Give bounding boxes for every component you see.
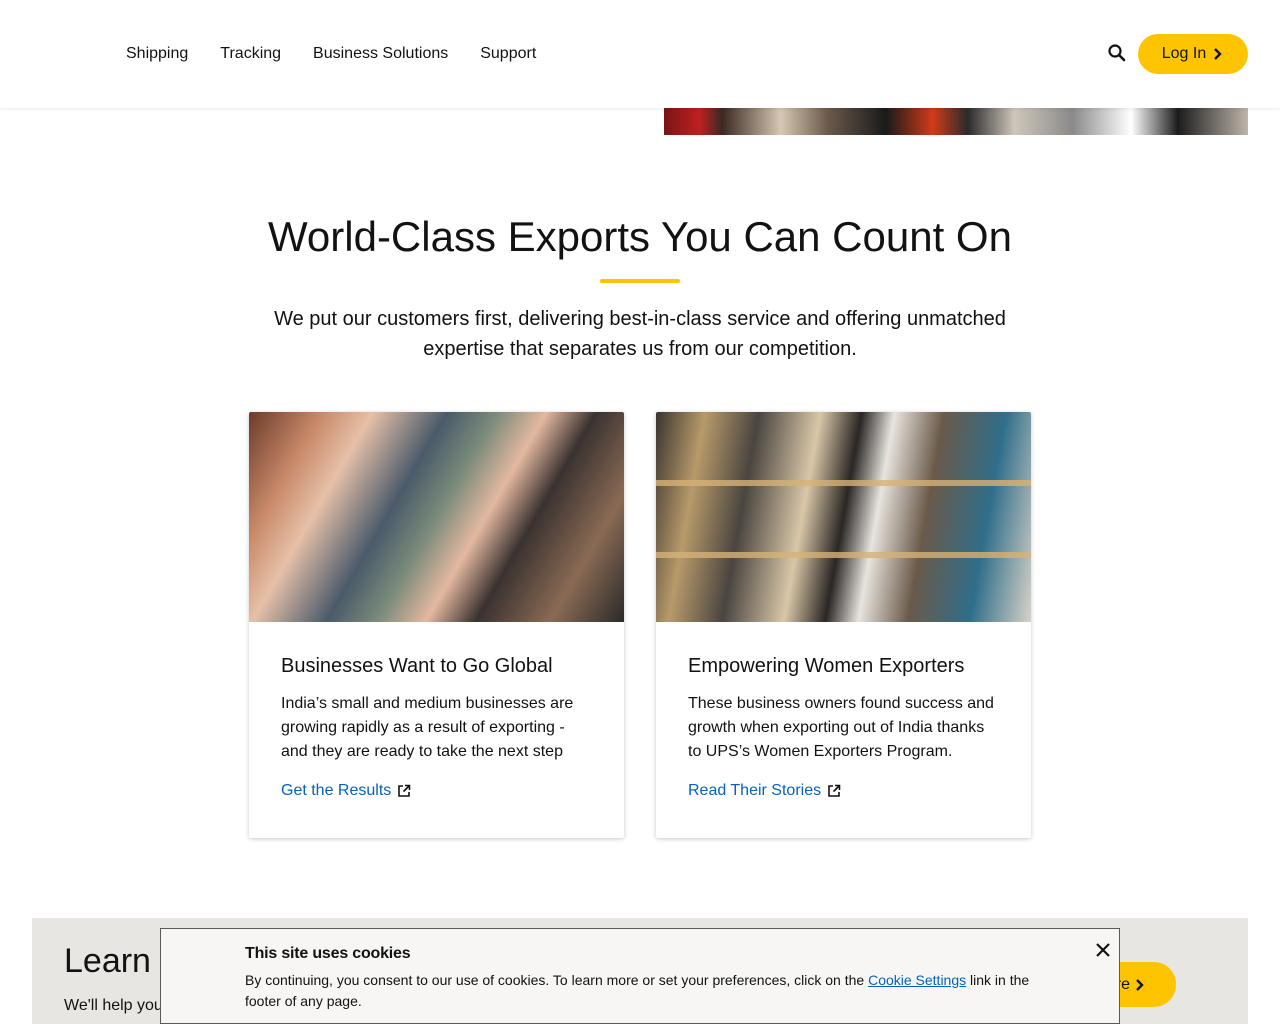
card-text: India’s small and medium businesses are … bbox=[281, 695, 574, 760]
read-stories-link[interactable]: Read Their Stories bbox=[688, 782, 841, 800]
card-title: Empowering Women Exporters bbox=[688, 655, 965, 677]
band-text: We'll help you bbox=[64, 997, 163, 1014]
cookie-title: This site uses cookies bbox=[245, 945, 411, 962]
cookie-settings-link[interactable]: Cookie Settings bbox=[868, 972, 966, 988]
title-underline bbox=[600, 279, 680, 283]
card-image-shoe-market bbox=[249, 412, 624, 622]
cookie-banner: This site uses cookies By continuing, yo… bbox=[160, 928, 1120, 1024]
nav-business-solutions[interactable]: Business Solutions bbox=[297, 45, 464, 63]
nav-tracking[interactable]: Tracking bbox=[204, 45, 297, 63]
card-title: Businesses Want to Go Global bbox=[281, 655, 553, 677]
external-link-icon bbox=[397, 784, 411, 798]
card-image-woman-exporter bbox=[656, 412, 1031, 622]
cookie-text: By continuing, you consent to our use of… bbox=[245, 970, 1045, 1012]
login-button-label: Log In bbox=[1161, 45, 1207, 62]
search-icon[interactable] bbox=[1106, 42, 1128, 64]
card-women-exporters: Empowering Women Exporters These busines… bbox=[656, 412, 1031, 838]
section-title: World-Class Exports You Can Count On bbox=[268, 213, 1012, 260]
card-text: These business owners found success and … bbox=[688, 695, 994, 760]
card-link-label: Get the Results bbox=[281, 782, 392, 799]
nav-shipping[interactable]: Shipping bbox=[110, 45, 204, 63]
nav-support[interactable]: Support bbox=[464, 45, 552, 63]
hero-image bbox=[664, 108, 1248, 135]
site-header: Shipping Tracking Business Solutions Sup… bbox=[0, 0, 1280, 108]
card-go-global: Businesses Want to Go Global India’s sma… bbox=[249, 412, 624, 838]
card-link-label: Read Their Stories bbox=[688, 782, 822, 799]
close-icon[interactable] bbox=[1095, 942, 1111, 958]
section-subtitle: We put our customers first, delivering b… bbox=[274, 308, 1006, 360]
main-nav: Shipping Tracking Business Solutions Sup… bbox=[110, 0, 552, 108]
login-button[interactable]: Log In bbox=[1138, 34, 1248, 74]
chevron-right-icon bbox=[1212, 47, 1224, 61]
chevron-right-icon bbox=[1134, 978, 1146, 992]
get-results-link[interactable]: Get the Results bbox=[281, 782, 411, 800]
cookie-text-before: By continuing, you consent to our use of… bbox=[245, 972, 869, 988]
external-link-icon bbox=[827, 784, 841, 798]
